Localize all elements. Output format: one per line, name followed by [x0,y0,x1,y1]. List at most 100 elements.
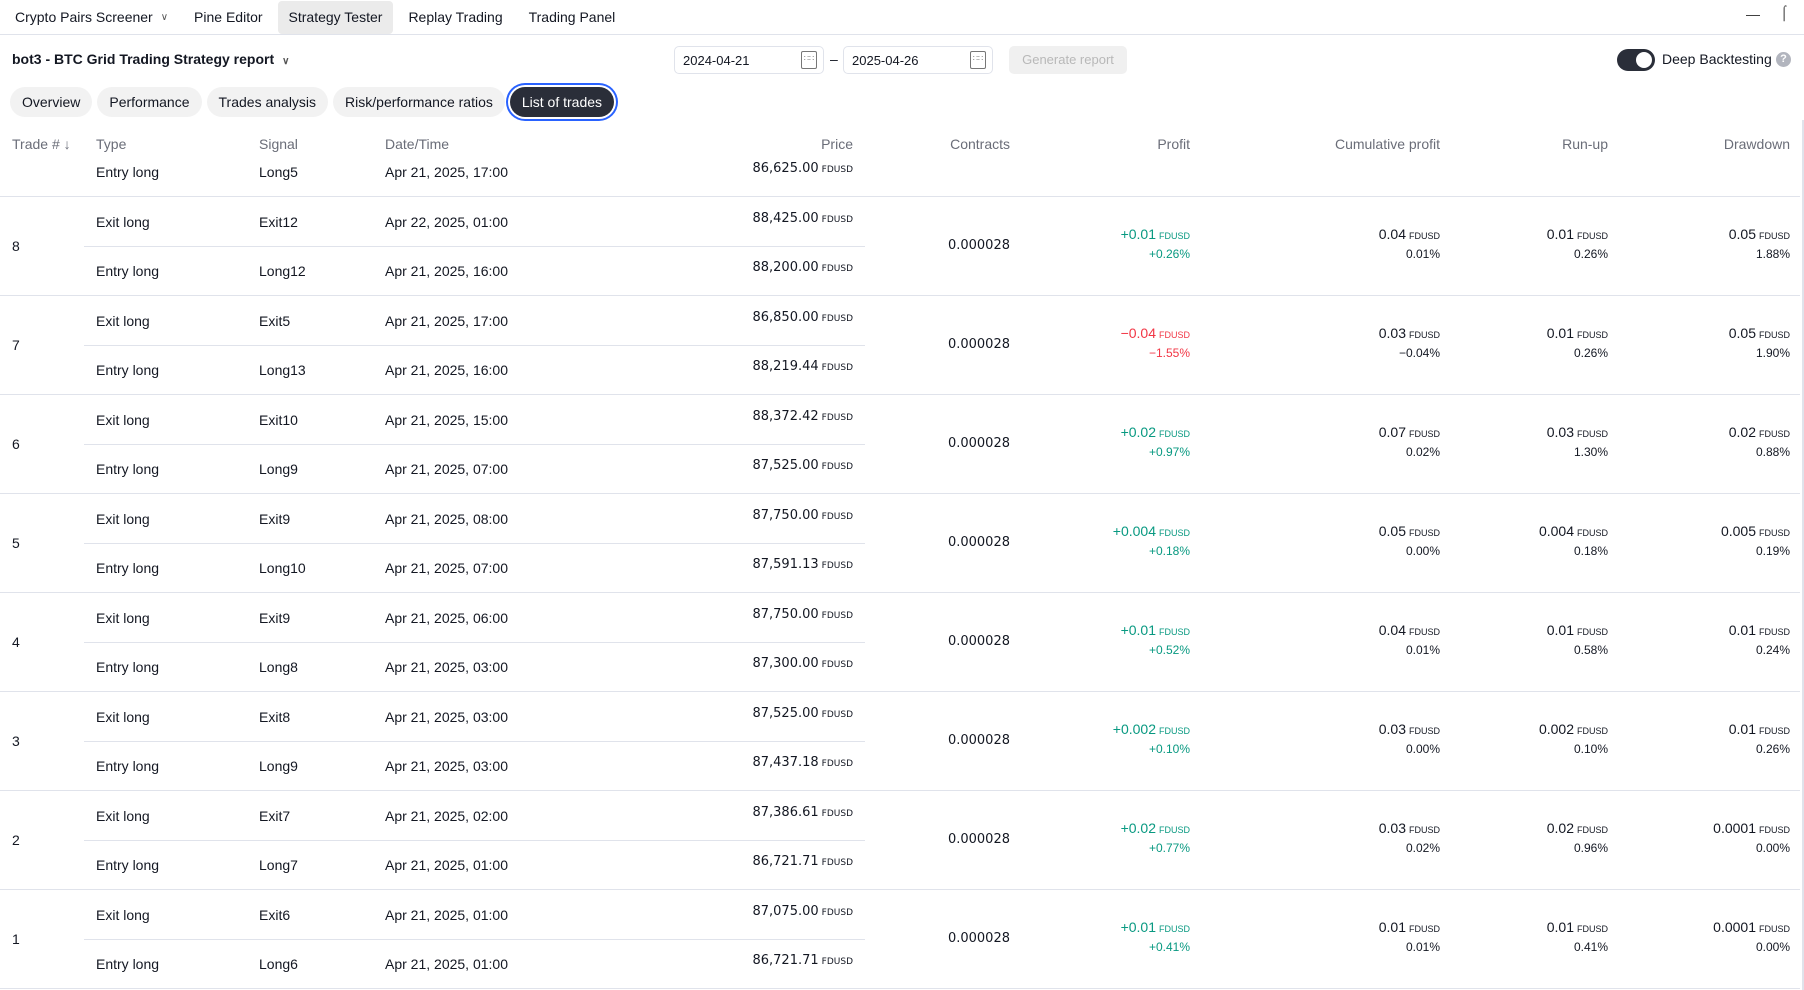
order-price-value: 87,525.00 [752,706,819,721]
currency-label: FDUSD [1159,627,1190,637]
row-divider [84,642,865,643]
trade-row[interactable]: 5 Exit long Exit9 Apr 21, 2025, 08:00 87,750… [0,494,1800,593]
trade-row[interactable]: 6 Exit long Exit10 Apr 21, 2025, 15:00 88,37… [0,395,1800,494]
tab-trading-panel[interactable]: Trading Panel [518,1,627,34]
order-signal: Long9 [259,461,298,477]
order-price-value: 86,625.00 [752,161,819,176]
calendar-icon[interactable]: ∷∷ [801,51,817,69]
cumulative-profit-percent: 0.02% [1405,445,1440,459]
order-signal: Exit12 [259,214,298,230]
chevron-down-icon[interactable]: ∨ [161,12,168,23]
date-to-input[interactable]: 2025-04-26 ∷∷ [843,46,993,74]
order-signal: Exit9 [259,610,291,626]
cumulative-profit: 0.03 FDUSD [1379,721,1440,737]
order-price: 87,386.61 FDUSD [752,805,853,820]
run-up: 0.02 FDUSD [1547,820,1608,836]
report-title: bot3 - BTC Grid Trading Strategy report [12,51,275,67]
currency-label: FDUSD [1409,231,1440,241]
contracts: 0.000028 [947,733,1010,748]
order-datetime: Apr 21, 2025, 15:00 [385,412,508,428]
contracts: 0.000028 [947,634,1010,649]
order-price-value: 88,425.00 [752,211,819,226]
column-type: Type [96,136,127,152]
trade-row[interactable]: Entry long Long5 Apr 21, 2025, 17:00 86,625… [0,160,1800,197]
calendar-icon[interactable]: ∷∷ [970,51,986,69]
currency-label: FDUSD [1759,726,1790,736]
drawdown-percent: 0.19% [1755,544,1790,558]
trade-row[interactable]: 2 Exit long Exit7 Apr 21, 2025, 02:00 87,386… [0,791,1800,890]
profit: +0.002 FDUSD [1113,721,1190,737]
currency-label: FDUSD [821,957,853,967]
tab-risk-performance-ratios[interactable]: Risk/performance ratios [333,87,505,117]
drawdown-value: 0.01 [1728,721,1756,737]
run-up-percent: 0.41% [1573,940,1608,954]
order-price-value: 86,850.00 [752,310,819,325]
cumulative-profit-percent: 0.01% [1405,643,1440,657]
date-from-input[interactable]: 2024-04-21 ∷∷ [674,46,824,74]
report-toolbar: bot3 - BTC Grid Trading Strategy report ∨… [0,35,1804,85]
drawdown-percent: 0.00% [1755,841,1790,855]
order-signal: Exit7 [259,808,291,824]
trade-number: 1 [12,931,20,947]
profit-percent: +0.41% [1148,940,1190,954]
trade-row[interactable]: 8 Exit long Exit12 Apr 22, 2025, 01:00 88,42… [0,197,1800,296]
cumulative-profit-percent: 0.00% [1405,742,1440,756]
tab-strategy-tester[interactable]: Strategy Tester [277,0,394,34]
deep-backtesting-label: Deep Backtesting [1662,51,1772,67]
column-price: Price [821,136,853,152]
order-price: 88,372.42 FDUSD [752,409,853,424]
cumulative-profit-value: 0.07 [1378,424,1406,440]
cumulative-profit-value: 0.03 [1378,820,1406,836]
column-trade-number[interactable]: Trade # ↓ [12,136,71,152]
drawdown: 0.02 FDUSD [1729,424,1790,440]
cumulative-profit: 0.04 FDUSD [1379,622,1440,638]
currency-label: FDUSD [821,611,853,621]
trade-row[interactable]: 3 Exit long Exit8 Apr 21, 2025, 03:00 87,525… [0,692,1800,791]
trade-row[interactable]: 7 Exit long Exit5 Apr 21, 2025, 17:00 86,850… [0,296,1800,395]
trade-row[interactable]: 4 Exit long Exit9 Apr 21, 2025, 06:00 87,750… [0,593,1800,692]
order-price: 86,721.71 FDUSD [752,854,853,869]
tab-list-of-trades[interactable]: List of trades [509,87,615,117]
drawdown-value: 0.05 [1728,325,1756,341]
tab-replay-trading[interactable]: Replay Trading [397,1,513,34]
generate-report-button[interactable]: Generate report [1009,46,1127,74]
help-icon[interactable]: ? [1776,52,1791,67]
minimize-icon[interactable]: — [1746,6,1760,22]
order-type: Exit long [96,511,150,527]
profit-value: −0.04 [1120,325,1156,341]
trade-number: 4 [12,634,20,650]
profit-value: +0.02 [1120,424,1156,440]
run-up-value: 0.03 [1546,424,1574,440]
currency-label: FDUSD [821,512,853,522]
currency-label: FDUSD [821,215,853,225]
trades-table[interactable]: Entry long Long5 Apr 21, 2025, 17:00 86,625… [0,160,1800,990]
trade-row[interactable]: 1 Exit long Exit6 Apr 21, 2025, 01:00 87,075… [0,890,1800,989]
order-price: 88,219.44 FDUSD [752,359,853,374]
trade-number: 5 [12,535,20,551]
maximize-icon[interactable]: ⌠ [1780,4,1788,20]
drawdown-percent: 0.00% [1755,940,1790,954]
deep-backtesting-toggle[interactable] [1617,49,1655,71]
trade-number: 7 [12,337,20,353]
currency-label: FDUSD [1409,924,1440,934]
order-price: 87,437.18 FDUSD [752,755,853,770]
profit: +0.01 FDUSD [1121,919,1190,935]
tab-overview[interactable]: Overview [10,87,93,117]
tab-crypto-pairs-screener[interactable]: Crypto Pairs Screener ∨ [4,1,179,34]
tab-trades-analysis[interactable]: Trades analysis [206,87,329,117]
report-title-dropdown[interactable]: bot3 - BTC Grid Trading Strategy report ∨ [12,51,289,67]
order-type: Entry long [96,263,160,279]
order-datetime: Apr 21, 2025, 17:00 [385,313,508,329]
order-type: Exit long [96,709,150,725]
tab-pine-editor[interactable]: Pine Editor [183,1,273,34]
order-signal: Exit10 [259,412,298,428]
drawdown-percent: 0.26% [1755,742,1790,756]
chevron-down-icon: ∨ [282,56,290,67]
column-cumulative-profit: Cumulative profit [1334,136,1440,152]
tab-performance[interactable]: Performance [97,87,202,117]
order-signal: Long5 [259,164,298,180]
row-divider [84,741,865,742]
order-signal: Exit5 [259,313,291,329]
order-type: Entry long [96,758,160,774]
contracts: 0.000028 [947,832,1010,847]
